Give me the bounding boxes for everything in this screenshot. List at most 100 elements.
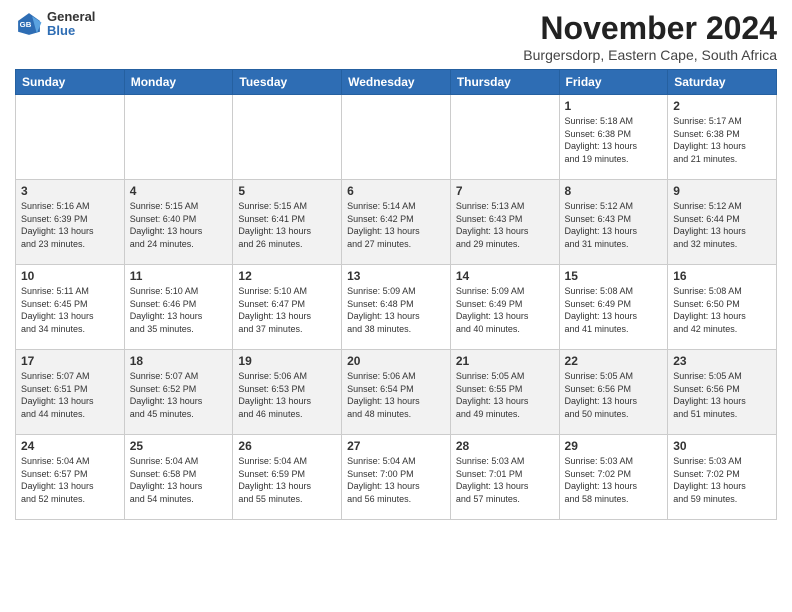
calendar-cell: 20 Sunrise: 5:06 AM Sunset: 6:54 PM Dayli… [342, 350, 451, 435]
day-number: 26 [238, 439, 336, 453]
calendar-cell: 8Sunrise: 5:12 AM Sunset: 6:43 PM Daylig… [559, 180, 668, 265]
day-info: Sunrise: 5:12 AM Sunset: 6:43 PM Dayligh… [565, 200, 663, 250]
calendar-cell [342, 95, 451, 180]
day-info: Sunrise: 5:07 AM Sunset: 6:51 PM Dayligh… [21, 370, 119, 420]
day-info: Sunrise: 5:13 AM Sunset: 6:43 PM Dayligh… [456, 200, 554, 250]
day-info: Sunrise: 5:18 AM Sunset: 6:38 PM Dayligh… [565, 115, 663, 165]
day-info: Sunrise: 5:06 AM Sunset: 6:54 PM Dayligh… [347, 370, 445, 420]
calendar-cell: 2 Sunrise: 5:17 AM Sunset: 6:38 PM Daylig… [668, 95, 777, 180]
day-number: 16 [673, 269, 771, 283]
calendar-cell: 12 Sunrise: 5:10 AM Sunset: 6:47 PM Dayli… [233, 265, 342, 350]
calendar: SundayMondayTuesdayWednesdayThursdayFrid… [15, 69, 777, 520]
calendar-header-wednesday: Wednesday [342, 70, 451, 95]
day-number: 22 [565, 354, 663, 368]
svg-text:GB: GB [20, 20, 32, 29]
day-number: 19 [238, 354, 336, 368]
calendar-cell: 16 Sunrise: 5:08 AM Sunset: 6:50 PM Dayli… [668, 265, 777, 350]
day-info: Sunrise: 5:09 AM Sunset: 6:49 PM Dayligh… [456, 285, 554, 335]
logo-text: General Blue [47, 10, 95, 39]
calendar-cell: 25 Sunrise: 5:04 AM Sunset: 6:58 PM Dayli… [124, 435, 233, 520]
calendar-cell: 27Sunrise: 5:04 AM Sunset: 7:00 PM Dayli… [342, 435, 451, 520]
header: GB General Blue November 2024 Burgersdor… [15, 10, 777, 63]
day-info: Sunrise: 5:06 AM Sunset: 6:53 PM Dayligh… [238, 370, 336, 420]
calendar-cell: 7 Sunrise: 5:13 AM Sunset: 6:43 PM Daylig… [450, 180, 559, 265]
day-info: Sunrise: 5:08 AM Sunset: 6:50 PM Dayligh… [673, 285, 771, 335]
calendar-cell: 14 Sunrise: 5:09 AM Sunset: 6:49 PM Dayli… [450, 265, 559, 350]
calendar-week-5: 24Sunrise: 5:04 AM Sunset: 6:57 PM Dayli… [16, 435, 777, 520]
calendar-cell: 30 Sunrise: 5:03 AM Sunset: 7:02 PM Dayli… [668, 435, 777, 520]
logo: GB General Blue [15, 10, 95, 39]
page: GB General Blue November 2024 Burgersdor… [0, 0, 792, 530]
day-info: Sunrise: 5:04 AM Sunset: 6:59 PM Dayligh… [238, 455, 336, 505]
calendar-cell: 21 Sunrise: 5:05 AM Sunset: 6:55 PM Dayli… [450, 350, 559, 435]
day-number: 24 [21, 439, 119, 453]
calendar-header-thursday: Thursday [450, 70, 559, 95]
calendar-cell: 10 Sunrise: 5:11 AM Sunset: 6:45 PM Dayli… [16, 265, 125, 350]
calendar-cell: 6Sunrise: 5:14 AM Sunset: 6:42 PM Daylig… [342, 180, 451, 265]
day-info: Sunrise: 5:04 AM Sunset: 6:58 PM Dayligh… [130, 455, 228, 505]
day-number: 10 [21, 269, 119, 283]
calendar-cell [450, 95, 559, 180]
logo-general-text: General [47, 10, 95, 24]
calendar-week-3: 10 Sunrise: 5:11 AM Sunset: 6:45 PM Dayli… [16, 265, 777, 350]
day-info: Sunrise: 5:16 AM Sunset: 6:39 PM Dayligh… [21, 200, 119, 250]
day-number: 7 [456, 184, 554, 198]
day-number: 21 [456, 354, 554, 368]
calendar-week-1: 1Sunrise: 5:18 AM Sunset: 6:38 PM Daylig… [16, 95, 777, 180]
calendar-cell: 15Sunrise: 5:08 AM Sunset: 6:49 PM Dayli… [559, 265, 668, 350]
day-info: Sunrise: 5:10 AM Sunset: 6:46 PM Dayligh… [130, 285, 228, 335]
calendar-cell [124, 95, 233, 180]
day-number: 23 [673, 354, 771, 368]
calendar-cell: 29Sunrise: 5:03 AM Sunset: 7:02 PM Dayli… [559, 435, 668, 520]
day-info: Sunrise: 5:05 AM Sunset: 6:55 PM Dayligh… [456, 370, 554, 420]
calendar-cell: 23 Sunrise: 5:05 AM Sunset: 6:56 PM Dayli… [668, 350, 777, 435]
day-number: 4 [130, 184, 228, 198]
day-info: Sunrise: 5:08 AM Sunset: 6:49 PM Dayligh… [565, 285, 663, 335]
calendar-header-saturday: Saturday [668, 70, 777, 95]
logo-blue-text: Blue [47, 24, 95, 38]
calendar-header-tuesday: Tuesday [233, 70, 342, 95]
calendar-cell: 22Sunrise: 5:05 AM Sunset: 6:56 PM Dayli… [559, 350, 668, 435]
day-info: Sunrise: 5:09 AM Sunset: 6:48 PM Dayligh… [347, 285, 445, 335]
day-number: 13 [347, 269, 445, 283]
day-number: 11 [130, 269, 228, 283]
calendar-cell: 5Sunrise: 5:15 AM Sunset: 6:41 PM Daylig… [233, 180, 342, 265]
day-number: 20 [347, 354, 445, 368]
day-number: 14 [456, 269, 554, 283]
day-number: 25 [130, 439, 228, 453]
calendar-cell: 24Sunrise: 5:04 AM Sunset: 6:57 PM Dayli… [16, 435, 125, 520]
day-info: Sunrise: 5:12 AM Sunset: 6:44 PM Dayligh… [673, 200, 771, 250]
day-info: Sunrise: 5:14 AM Sunset: 6:42 PM Dayligh… [347, 200, 445, 250]
calendar-header-sunday: Sunday [16, 70, 125, 95]
day-info: Sunrise: 5:03 AM Sunset: 7:02 PM Dayligh… [673, 455, 771, 505]
calendar-cell: 4 Sunrise: 5:15 AM Sunset: 6:40 PM Daylig… [124, 180, 233, 265]
day-number: 30 [673, 439, 771, 453]
calendar-cell: 9Sunrise: 5:12 AM Sunset: 6:44 PM Daylig… [668, 180, 777, 265]
calendar-week-4: 17Sunrise: 5:07 AM Sunset: 6:51 PM Dayli… [16, 350, 777, 435]
day-number: 12 [238, 269, 336, 283]
calendar-cell: 13 Sunrise: 5:09 AM Sunset: 6:48 PM Dayli… [342, 265, 451, 350]
day-info: Sunrise: 5:03 AM Sunset: 7:02 PM Dayligh… [565, 455, 663, 505]
calendar-cell: 3Sunrise: 5:16 AM Sunset: 6:39 PM Daylig… [16, 180, 125, 265]
calendar-header-monday: Monday [124, 70, 233, 95]
calendar-cell: 11 Sunrise: 5:10 AM Sunset: 6:46 PM Dayli… [124, 265, 233, 350]
calendar-cell [233, 95, 342, 180]
calendar-cell: 1Sunrise: 5:18 AM Sunset: 6:38 PM Daylig… [559, 95, 668, 180]
day-info: Sunrise: 5:05 AM Sunset: 6:56 PM Dayligh… [673, 370, 771, 420]
day-info: Sunrise: 5:15 AM Sunset: 6:41 PM Dayligh… [238, 200, 336, 250]
calendar-header-row: SundayMondayTuesdayWednesdayThursdayFrid… [16, 70, 777, 95]
day-info: Sunrise: 5:04 AM Sunset: 7:00 PM Dayligh… [347, 455, 445, 505]
title-block: November 2024 Burgersdorp, Eastern Cape,… [523, 10, 777, 63]
calendar-cell: 18Sunrise: 5:07 AM Sunset: 6:52 PM Dayli… [124, 350, 233, 435]
day-info: Sunrise: 5:17 AM Sunset: 6:38 PM Dayligh… [673, 115, 771, 165]
day-number: 18 [130, 354, 228, 368]
calendar-cell: 26 Sunrise: 5:04 AM Sunset: 6:59 PM Dayli… [233, 435, 342, 520]
day-info: Sunrise: 5:15 AM Sunset: 6:40 PM Dayligh… [130, 200, 228, 250]
day-info: Sunrise: 5:10 AM Sunset: 6:47 PM Dayligh… [238, 285, 336, 335]
day-number: 2 [673, 99, 771, 113]
logo-icon: GB [15, 10, 43, 38]
calendar-cell: 19 Sunrise: 5:06 AM Sunset: 6:53 PM Dayli… [233, 350, 342, 435]
calendar-cell: 28Sunrise: 5:03 AM Sunset: 7:01 PM Dayli… [450, 435, 559, 520]
main-title: November 2024 [523, 10, 777, 47]
day-info: Sunrise: 5:11 AM Sunset: 6:45 PM Dayligh… [21, 285, 119, 335]
